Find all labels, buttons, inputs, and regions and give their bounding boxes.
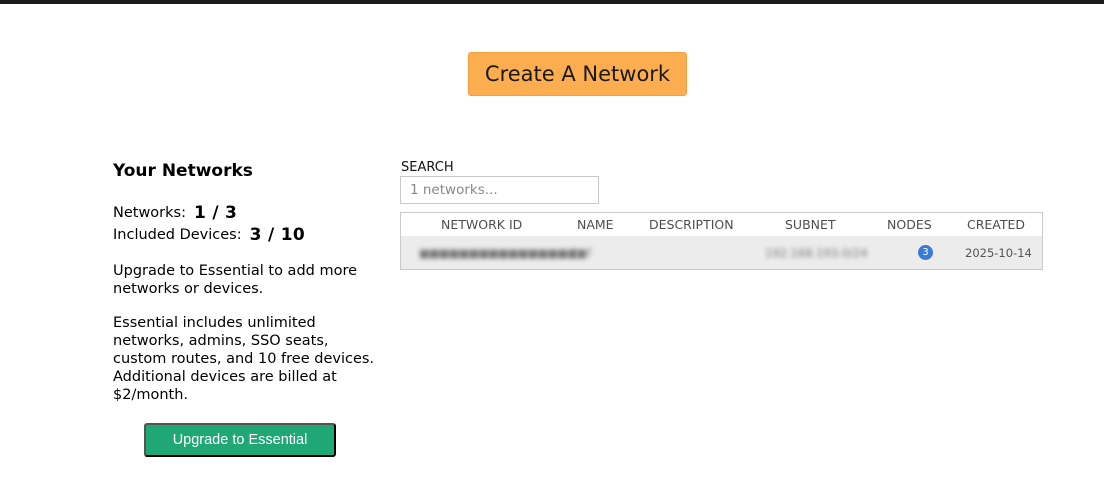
your-networks-heading: Your Networks (113, 161, 253, 181)
network-id-cell: ■■■■■■■■■■■■■■■■ (419, 246, 578, 260)
upgrade-prompt-text: Upgrade to Essential to add more network… (113, 263, 358, 297)
column-header-description[interactable]: DESCRIPTION (649, 217, 734, 232)
column-header-name[interactable]: NAME (577, 217, 614, 232)
search-label: SEARCH (401, 160, 454, 175)
networks-table: NETWORK ID NAME DESCRIPTION SUBNET NODES… (400, 212, 1043, 270)
subnet-cell: 192.168.193.0/24 (765, 246, 868, 260)
created-date-cell: 2025-10-14 (965, 246, 1032, 260)
column-header-network-id[interactable]: NETWORK ID (441, 217, 522, 232)
networks-count-label: Networks: (113, 205, 186, 221)
networks-count-value: 1 / 3 (193, 203, 238, 223)
nodes-count-badge: 3 (918, 245, 933, 260)
create-network-button[interactable]: Create A Network (468, 52, 687, 96)
column-header-subnet[interactable]: SUBNET (785, 217, 836, 232)
table-header: NETWORK ID NAME DESCRIPTION SUBNET NODES… (401, 213, 1042, 236)
search-input[interactable] (400, 176, 599, 204)
devices-count-value: 3 / 10 (249, 225, 305, 245)
name-cell: l■f (573, 246, 592, 260)
networks-count: Networks: 1 / 3 (113, 202, 375, 224)
column-header-created[interactable]: CREATED (967, 217, 1025, 232)
devices-count: Included Devices: 3 / 10 (113, 224, 375, 246)
essential-description-text: Essential includes unlimited networks, a… (113, 315, 375, 403)
devices-count-label: Included Devices: (113, 227, 242, 243)
upgrade-to-essential-button[interactable]: Upgrade to Essential (144, 423, 336, 457)
networks-summary-panel: Your Networks Networks: 1 / 3 Included D… (113, 160, 375, 457)
top-bar (0, 0, 1104, 4)
column-header-nodes[interactable]: NODES (887, 217, 932, 232)
table-row[interactable]: ■■■■■■■■■■■■■■■■ l■f 192.168.193.0/24 3 … (401, 236, 1042, 269)
